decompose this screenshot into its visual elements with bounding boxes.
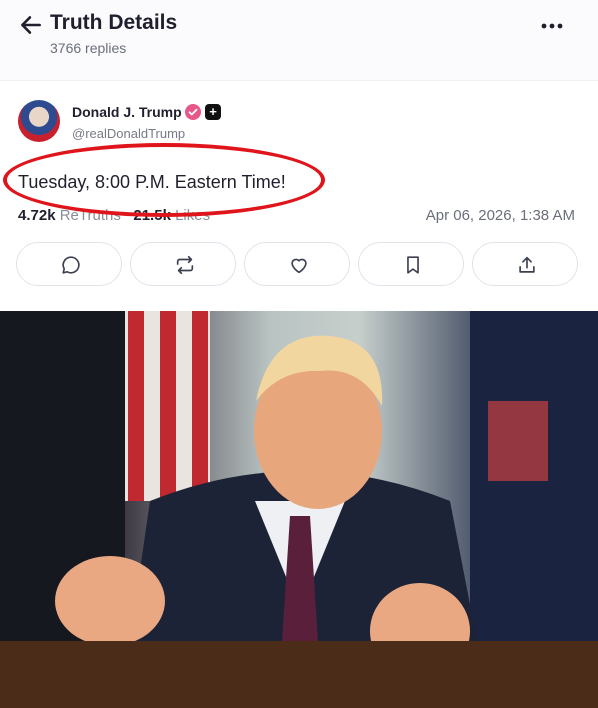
retruths-label[interactable]: ReTruths — [60, 207, 121, 224]
retruth-icon — [176, 255, 194, 275]
bookmark-icon — [407, 256, 419, 274]
bookmark-button[interactable] — [358, 242, 464, 286]
likes-count[interactable]: 21.5k — [133, 207, 171, 224]
likes-label[interactable]: Likes — [175, 207, 210, 224]
more-dots-icon[interactable] — [538, 14, 566, 38]
back-arrow-icon[interactable] — [18, 12, 44, 38]
reply-icon — [62, 256, 80, 274]
like-button[interactable] — [244, 242, 350, 286]
author-name[interactable]: Donald J. Trump — [72, 104, 182, 120]
replies-count: 3766 replies — [50, 40, 127, 56]
photo-illustration — [0, 311, 598, 708]
header: Truth Details 3766 replies — [0, 0, 598, 80]
post-text: Tuesday, 8:00 P.M. Eastern Time! — [18, 172, 286, 192]
retruths-count[interactable]: 4.72k — [18, 207, 56, 224]
post-date: Apr 06, 2026, 1:38 AM — [425, 207, 575, 224]
action-bar — [16, 242, 578, 286]
header-divider — [0, 80, 598, 81]
verified-icon — [185, 104, 201, 120]
post-photo[interactable] — [0, 311, 598, 708]
retruth-button[interactable] — [130, 242, 236, 286]
reply-button[interactable] — [16, 242, 122, 286]
avatar[interactable] — [18, 100, 60, 142]
page-title: Truth Details — [50, 11, 178, 34]
plus-icon: + — [205, 104, 221, 120]
share-button[interactable] — [472, 242, 578, 286]
like-icon — [291, 258, 307, 274]
share-icon — [519, 256, 535, 273]
post-stats: 4.72k ReTruths 21.5k Likes — [18, 207, 210, 224]
author-handle[interactable]: @realDonaldTrump — [72, 126, 185, 141]
